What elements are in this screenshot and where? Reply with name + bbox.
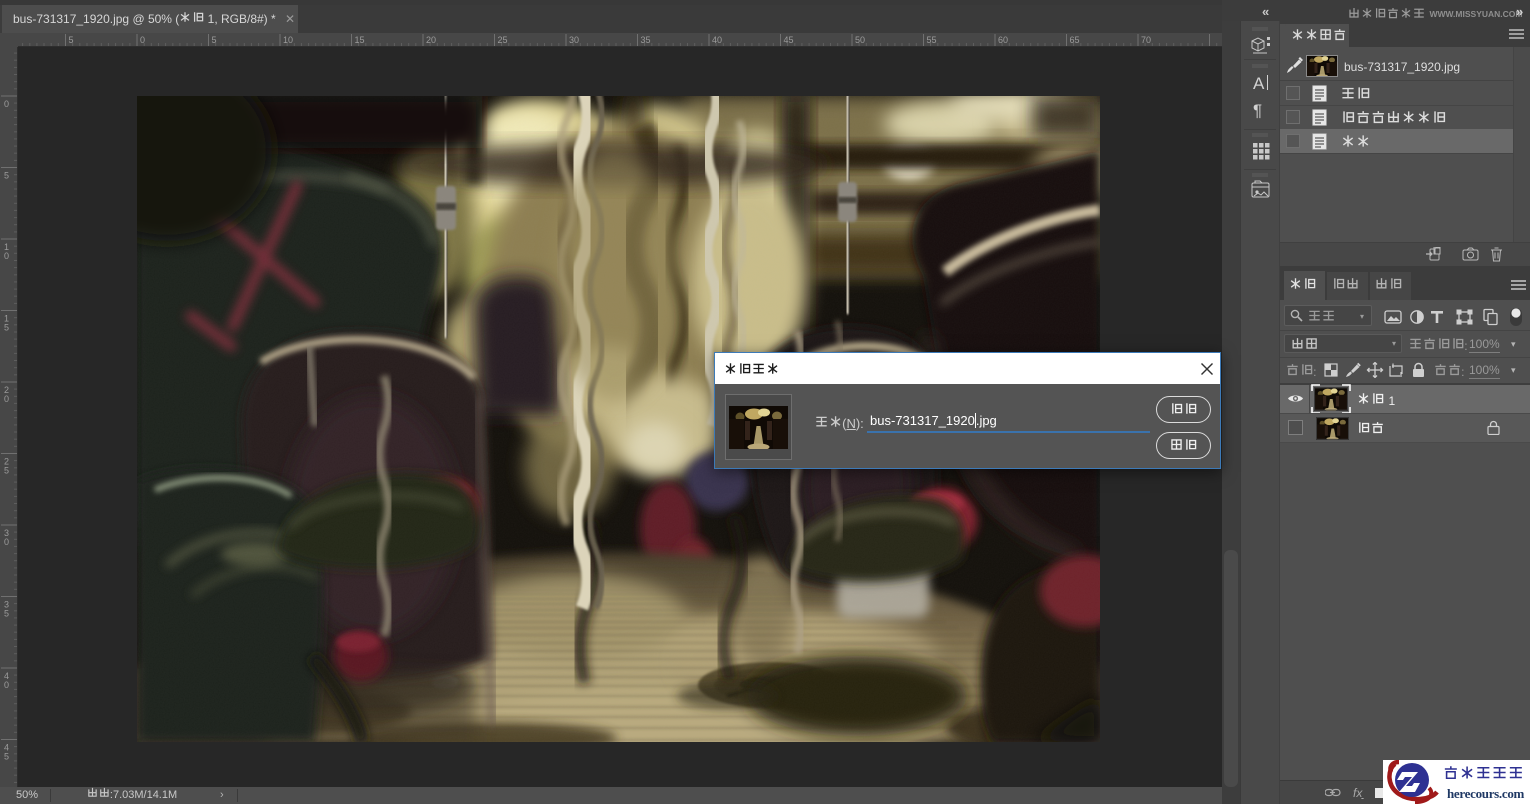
svg-text:45: 45 [784, 35, 794, 45]
svg-text:10: 10 [283, 35, 293, 45]
svg-text:15: 15 [355, 35, 365, 45]
svg-text:0: 0 [4, 394, 9, 404]
svg-text:fx: fx [1353, 786, 1363, 799]
svg-text:25: 25 [498, 35, 508, 45]
svg-text:60: 60 [998, 35, 1008, 45]
svg-text:5: 5 [212, 35, 217, 45]
svg-text:0: 0 [140, 35, 145, 45]
svg-text:20: 20 [426, 35, 436, 45]
svg-text:5: 5 [4, 752, 9, 762]
svg-text:A: A [1253, 74, 1265, 93]
svg-text:55: 55 [927, 35, 937, 45]
svg-text:65: 65 [1070, 35, 1080, 45]
svg-text:5: 5 [69, 35, 74, 45]
svg-text:35: 35 [641, 35, 651, 45]
svg-text:0: 0 [4, 537, 9, 547]
svg-text:0: 0 [4, 99, 9, 109]
svg-text:5: 5 [4, 609, 9, 619]
svg-text:5: 5 [4, 466, 9, 476]
svg-text:0: 0 [4, 680, 9, 690]
svg-text:0: 0 [4, 251, 9, 261]
svg-text:50: 50 [855, 35, 865, 45]
svg-text:5: 5 [4, 171, 9, 181]
svg-text:30: 30 [569, 35, 579, 45]
svg-text:70: 70 [1141, 35, 1151, 45]
svg-text:¶: ¶ [1253, 101, 1262, 120]
svg-text:40: 40 [712, 35, 722, 45]
svg-text:5: 5 [4, 323, 9, 333]
